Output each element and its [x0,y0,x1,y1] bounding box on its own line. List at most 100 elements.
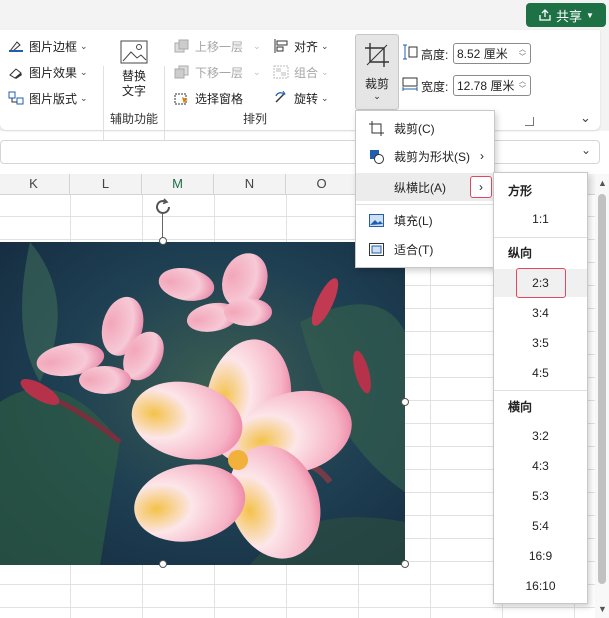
crop-dropdown-menu: 裁剪(C) 裁剪为形状(S) › 纵横比(A) › 填充(L) 适合(T) [355,110,495,268]
rotate-handle-icon[interactable] [152,196,174,218]
alt-text-button[interactable]: 替换 文字 [112,36,156,106]
chevron-right-icon: › [480,149,484,163]
crop-label: 裁剪 [364,77,389,91]
group-objects-button[interactable]: 组合 ⌄ [273,62,329,82]
fill-icon [369,213,384,227]
chevron-down-icon: ⌄ [321,40,329,51]
selected-option-outline [516,268,566,298]
resize-handle-bottom[interactable] [159,560,167,568]
aspect-option[interactable]: 3:5 [494,329,587,357]
rotate-icon [273,90,289,105]
chevron-down-icon: ⌄ [321,66,329,77]
menu-item-crop[interactable]: 裁剪(C) [356,114,494,142]
ribbon: 共享 ▼ 图片边框 ⌄ 图片效果 ⌄ 图片版式 ⌄ 替换 文字 辅助功能 上移一… [0,0,609,156]
ribbon-panel: 图片边框 ⌄ 图片效果 ⌄ 图片版式 ⌄ 替换 文字 辅助功能 上移一层 ⌄ 下… [0,30,600,156]
send-backward-button[interactable]: 下移一层 ⌄ [174,62,261,82]
width-value: 12.78 厘米 [457,79,515,93]
selection-pane-button[interactable]: 选择窗格 [174,88,243,108]
picture-layout-button[interactable]: 图片版式 ⌄ [8,88,88,108]
group-label: 组合 [294,65,319,80]
align-icon [273,39,289,53]
crop-icon [365,43,389,67]
scroll-up-icon[interactable]: ▲ [598,178,607,188]
aspect-option[interactable]: 16:9 [494,542,587,570]
align-button[interactable]: 对齐 ⌄ [273,36,329,56]
height-label: 高度: [421,48,449,62]
aspect-option[interactable]: 3:4 [494,299,587,327]
resize-handle-bottom-right[interactable] [401,560,409,568]
picture-border-label: 图片边框 [29,39,78,54]
menu-item-aspect-ratio[interactable]: 纵横比(A) › [356,173,494,201]
width-icon [402,76,418,92]
menu-item-label: 裁剪(C) [394,121,435,136]
aspect-option[interactable]: 5:4 [494,512,587,540]
bring-forward-label: 上移一层 [195,39,244,54]
collapse-ribbon-icon[interactable]: ⌄ [580,110,591,126]
selection-pane-icon [174,91,190,105]
crop-button[interactable]: 裁剪 ⌄ [355,34,399,110]
portrait-header: 纵向 [508,246,533,260]
picture-effects-icon [8,65,24,79]
picture-border-button[interactable]: 图片边框 ⌄ [8,36,88,56]
height-input[interactable]: 8.52 厘米 ︿ ﹀ [453,43,531,64]
chevron-down-icon: ▼ [586,10,594,20]
menu-item-fit[interactable]: 适合(T) [356,235,494,263]
flower-picture[interactable] [0,242,405,565]
square-header: 方形 [508,184,533,198]
menu-item-label: 填充(L) [394,213,433,228]
chevron-down-icon: ⌄ [80,92,88,103]
aspect-option[interactable]: 4:5 [494,359,587,387]
send-backward-icon [174,65,190,79]
height-icon [402,44,418,60]
column-header[interactable]: M [142,174,214,194]
accessibility-group-label: 辅助功能 [110,112,159,126]
rotate-label: 旋转 [294,91,319,106]
aspect-option[interactable]: 1:1 [494,205,587,233]
aspect-option[interactable]: 16:10 [494,572,587,600]
chevron-down-icon: ⌄ [80,66,88,77]
menu-item-label: 纵横比(A) [394,180,446,195]
group-icon [273,65,289,79]
expand-formula-icon[interactable]: ⌄ [581,143,591,157]
column-header[interactable]: N [214,174,286,194]
resize-handle-right[interactable] [401,398,409,406]
shape-icon [369,149,384,164]
spin-arrows-icon[interactable]: ︿ ﹀ [519,78,526,94]
menu-item-fill[interactable]: 填充(L) [356,206,494,234]
vertical-scrollbar[interactable]: ▲ ▼ [595,174,609,618]
aspect-option[interactable]: 3:2 [494,422,587,450]
spin-arrows-icon[interactable]: ︿ ﹀ [519,46,526,62]
width-input[interactable]: 12.78 厘米 ︿ ﹀ [453,75,531,96]
chevron-down-icon: ⌄ [373,91,381,101]
picture-effects-button[interactable]: 图片效果 ⌄ [8,62,88,82]
send-backward-label: 下移一层 [195,65,244,80]
aspect-option[interactable]: 5:3 [494,482,587,510]
height-value: 8.52 厘米 [457,47,508,61]
picture-effects-label: 图片效果 [29,65,78,80]
share-button[interactable]: 共享 ▼ [526,3,606,27]
formula-bar[interactable]: ⌄ [0,140,600,164]
flower-image [0,242,405,565]
aspect-option[interactable]: 4:3 [494,452,587,480]
scroll-down-icon[interactable]: ▼ [598,604,607,614]
dialog-launcher-icon[interactable] [525,117,534,126]
column-header[interactable]: O [286,174,358,194]
landscape-header: 横向 [508,400,533,414]
chevron-down-icon: ⌄ [253,66,261,77]
alt-text-label-1: 替换 [121,69,146,83]
menu-item-crop-to-shape[interactable]: 裁剪为形状(S) › [356,142,494,170]
picture-border-icon [8,39,24,53]
chevron-down-icon: ⌄ [321,92,329,103]
rotate-button[interactable]: 旋转 ⌄ [273,88,329,108]
column-header[interactable]: L [70,174,142,194]
share-label: 共享 [556,8,583,24]
chevron-right-icon[interactable]: › [470,176,492,198]
bring-forward-button[interactable]: 上移一层 ⌄ [174,36,261,56]
resize-handle-top[interactable] [159,237,167,245]
scroll-thumb[interactable] [598,194,606,584]
share-icon [539,9,551,21]
selection-pane-label: 选择窗格 [195,91,244,106]
fit-icon [369,242,384,256]
menu-item-label: 裁剪为形状(S) [394,149,470,164]
column-header[interactable]: K [0,174,70,194]
